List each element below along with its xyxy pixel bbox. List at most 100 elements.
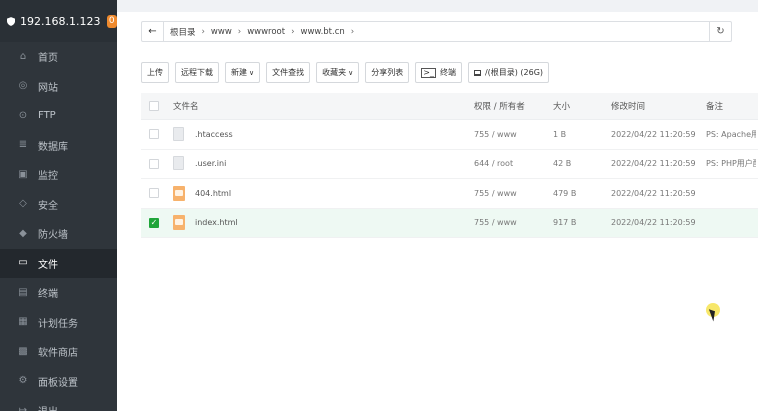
disk-label: /(根目录) (26G) <box>484 68 544 77</box>
mtime-cell: 2022/04/22 11:20:59 <box>611 159 696 169</box>
header-perm[interactable]: 权限 / 所有者 <box>474 100 553 112</box>
remote-download-button[interactable]: 远程下载 <box>175 62 219 83</box>
sidebar-item[interactable]: ▣ 监控 <box>0 160 117 190</box>
header-name[interactable]: 文件名 <box>167 100 474 112</box>
table-row[interactable]: .htaccess 755 / www 1 B 2022/04/22 11:20:59… <box>141 120 758 150</box>
terminal-icon: >_ <box>421 67 436 78</box>
disk-icon <box>473 69 481 76</box>
size-cell: 1 B <box>553 129 567 139</box>
chevron-right-icon: › <box>350 26 355 37</box>
size-cell: 479 B <box>553 188 577 198</box>
sidebar-item[interactable]: ◎ 网站 <box>0 72 117 102</box>
terminal-button[interactable]: >_ 终端 <box>415 62 462 83</box>
sidebar-item[interactable]: ▦ 计划任务 <box>0 308 117 338</box>
chevron-right-icon: › <box>237 26 242 37</box>
sidebar-item[interactable]: ↦ 退出 <box>0 396 117 411</box>
logout-icon: ↦ <box>18 404 28 411</box>
sidebar-item-label: 面板设置 <box>38 377 78 389</box>
perm-cell[interactable]: 755 / www <box>474 130 553 139</box>
sidebar-item[interactable]: ≣ 数据库 <box>0 131 117 161</box>
chevron-right-icon: › <box>201 26 205 37</box>
top-strip <box>117 0 758 12</box>
row-checkbox[interactable]: ✓ <box>149 217 159 228</box>
breadcrumb: 根目录 › www › wwwroot › www.bt.cn › <box>164 26 360 38</box>
favorites-label: 收藏夹 <box>322 68 347 77</box>
sidebar-item-label: 监控 <box>38 171 58 183</box>
sidebar-item[interactable]: ▩ 软件商店 <box>0 337 117 367</box>
select-all-checkbox[interactable] <box>149 101 159 111</box>
table-row[interactable]: 404.html 755 / www 479 B 2022/04/22 11:20:5… <box>141 179 758 209</box>
note-cell[interactable]: PS: PHP用户配 <box>706 158 756 169</box>
back-arrow-icon[interactable]: ← <box>142 22 164 41</box>
file-name[interactable]: .user.ini <box>195 159 226 168</box>
row-checkbox[interactable] <box>149 188 159 199</box>
mtime-cell: 2022/04/22 11:20:59 <box>611 188 696 198</box>
crumb-root[interactable]: 根目录 <box>170 26 196 38</box>
perm-cell[interactable]: 755 / www <box>474 218 553 227</box>
sidebar-item[interactable]: ⚙ 面板设置 <box>0 367 117 397</box>
sidebar-item-label: 防火墙 <box>38 230 68 242</box>
sidebar-item-label: 退出 <box>38 403 58 411</box>
terminal-icon: ▤ <box>18 286 28 298</box>
sidebar-item-label: 安全 <box>38 200 58 212</box>
refresh-icon[interactable]: ↻ <box>709 22 731 41</box>
perm-cell[interactable]: 644 / root <box>474 159 553 168</box>
row-checkbox[interactable] <box>149 158 159 169</box>
chevron-right-icon: › <box>291 26 295 37</box>
file-name-cell[interactable]: index.html <box>167 215 474 231</box>
file-name-cell[interactable]: .htaccess <box>167 126 474 142</box>
sidebar-item-label: 终端 <box>38 289 58 301</box>
sidebar-item[interactable]: ◇ 安全 <box>0 190 117 220</box>
size-cell: 42 B <box>553 159 572 169</box>
html-file-icon <box>173 215 185 231</box>
sidebar: 192.168.1.123 0 ⌂ 首页 ◎ 网站 ⊙ FTP ≣ 数据库 ▣ 监控 ◇ 安全 ◆ 防火墙… <box>0 0 117 411</box>
file-manager: ← 根目录 › www › wwwroot › www.bt.cn › ↻ 上传… <box>117 0 758 411</box>
sidebar-item[interactable]: ▭ 文件 <box>0 248 117 278</box>
file-name-cell[interactable]: 404.html <box>167 185 474 201</box>
note-cell[interactable]: PS: Apache用 <box>706 129 756 140</box>
sidebar-item-label: FTP <box>38 110 56 122</box>
sidebar-item[interactable]: ◆ 防火墙 <box>0 219 117 249</box>
file-name-cell[interactable]: .user.ini <box>167 156 474 171</box>
sidebar-item-label: 数据库 <box>38 141 68 153</box>
calendar-icon: ▦ <box>18 316 28 328</box>
mtime-cell: 2022/04/22 11:20:59 <box>611 129 696 139</box>
file-search-button[interactable]: 文件查找 <box>266 62 311 83</box>
apps-icon: ▩ <box>18 345 28 357</box>
crumb-site[interactable]: www.bt.cn <box>301 27 345 37</box>
terminal-label: 终端 <box>439 68 456 77</box>
file-name[interactable]: 404.html <box>195 189 231 198</box>
notification-badge[interactable]: 0 <box>106 14 117 28</box>
server-header: 192.168.1.123 0 <box>0 0 117 42</box>
table-row[interactable]: ✓ index.html 755 / www 917 B 2022/04/22 11:2… <box>141 208 758 238</box>
server-ip: 192.168.1.123 <box>20 14 101 28</box>
table-row[interactable]: .user.ini 644 / root 42 B 2022/04/22 11:20:… <box>141 150 758 179</box>
file-icon <box>173 126 185 142</box>
disk-button[interactable]: /(根目录) (26G) <box>467 62 550 83</box>
perm-cell[interactable]: 755 / www <box>474 189 553 198</box>
row-checkbox[interactable] <box>149 129 159 140</box>
crumb-www[interactable]: www <box>211 27 232 37</box>
upload-button[interactable]: 上传 <box>141 62 169 83</box>
mtime-cell: 2022/04/22 11:20:59 <box>611 218 696 228</box>
sidebar-item[interactable]: ⊙ FTP <box>0 101 117 131</box>
shield-icon: ◇ <box>19 198 27 210</box>
file-name[interactable]: .htaccess <box>195 130 233 139</box>
table-header: 文件名 权限 / 所有者 大小 修改时间 备注 <box>141 93 758 120</box>
path-bar: ← 根目录 › www › wwwroot › www.bt.cn › ↻ <box>141 21 732 42</box>
sidebar-item-label: 首页 <box>38 53 58 65</box>
sidebar-item-label: 网站 <box>38 82 58 94</box>
header-size[interactable]: 大小 <box>553 100 611 112</box>
chevron-down-icon: ∨ <box>249 68 255 77</box>
globe-icon: ◎ <box>18 80 28 92</box>
header-mtime[interactable]: 修改时间 <box>611 100 706 112</box>
file-name[interactable]: index.html <box>195 218 238 227</box>
new-dropdown[interactable]: 新建 ∨ <box>225 62 261 83</box>
monitor-icon: ▣ <box>18 168 28 180</box>
sidebar-item[interactable]: ▤ 终端 <box>0 278 117 308</box>
crumb-wwwroot[interactable]: wwwroot <box>247 27 285 37</box>
database-icon: ≣ <box>18 139 28 151</box>
share-list-button[interactable]: 分享列表 <box>365 62 410 83</box>
sidebar-item[interactable]: ⌂ 首页 <box>0 42 117 72</box>
favorites-dropdown[interactable]: 收藏夹 ∨ <box>316 62 360 83</box>
